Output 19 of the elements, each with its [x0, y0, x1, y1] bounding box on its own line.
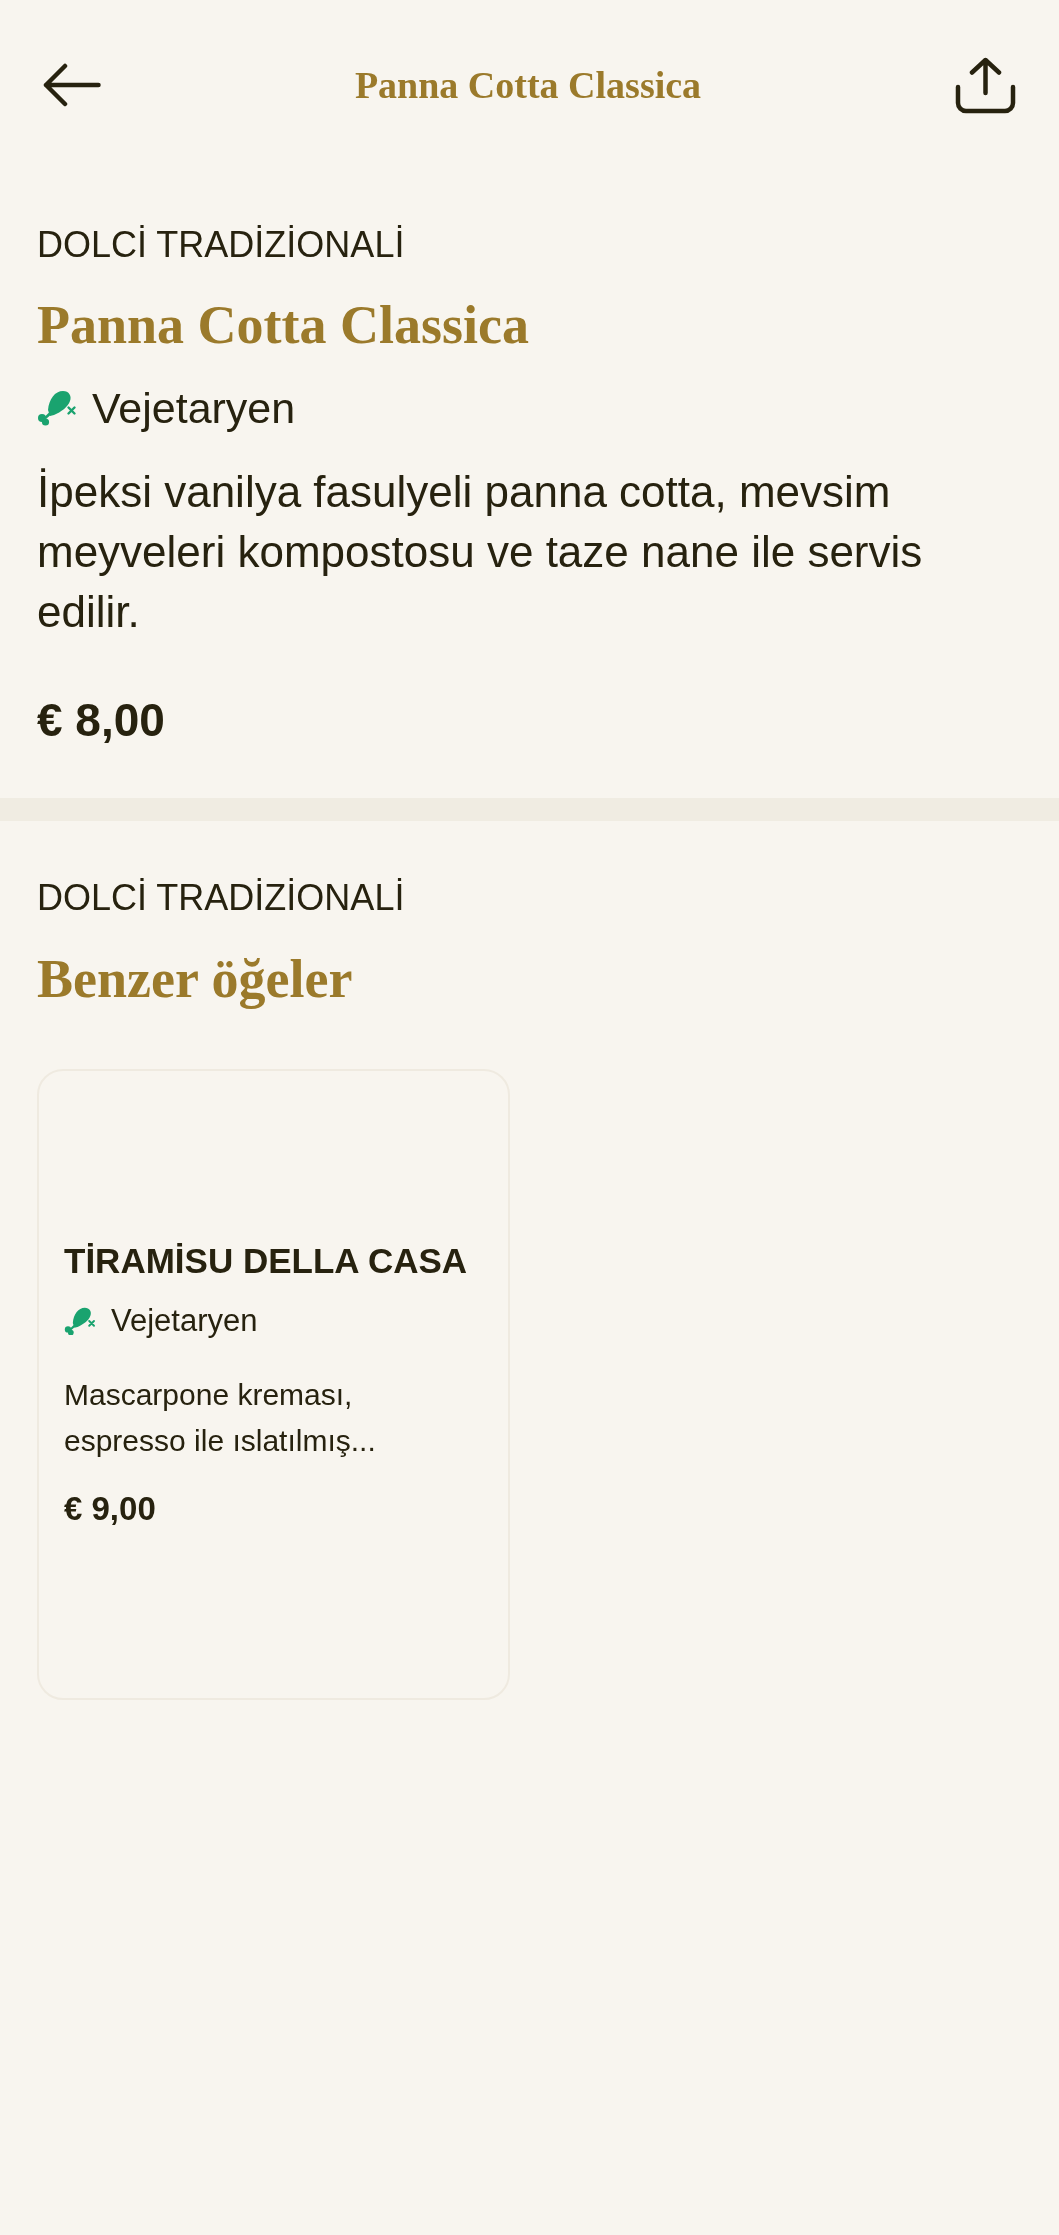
back-arrow-icon: [43, 63, 101, 107]
header-title: Panna Cotta Classica: [354, 63, 702, 108]
item-description: İpeksi vanilya fasulyeli panna cotta, mevsim meyveleri kompostosu ve taze nane ile servis edilir.: [37, 466, 924, 638]
card-description: Mascarpone kreması, espresso ile ıslatılmış...: [64, 1377, 377, 1459]
drumstick-icon: [37, 390, 77, 426]
similar-item-card[interactable]: TİRAMİSU DELLA CASA Vejetaryen Mascarpone kreması, espresso ile ıslatılmış... € 9,00: [37, 1069, 510, 1700]
card-title: TİRAMİSU DELLA CASA: [64, 1240, 468, 1282]
section-title: Benzer öğeler: [37, 948, 353, 1011]
category-label: DOLCİ TRADİZİONALİ: [37, 223, 405, 267]
item-title: Panna Cotta Classica: [37, 294, 529, 357]
drumstick-icon: [64, 1306, 96, 1336]
item-price: € 8,00: [37, 693, 165, 748]
diet-label: Vejetaryen: [111, 1302, 258, 1340]
share-button[interactable]: [955, 56, 1016, 114]
diet-label: Vejetaryen: [92, 386, 296, 430]
share-icon: [955, 56, 1016, 114]
back-button[interactable]: [43, 63, 101, 107]
category-label: DOLCİ TRADİZİONALİ: [37, 876, 405, 920]
card-price: € 9,00: [64, 1489, 156, 1529]
